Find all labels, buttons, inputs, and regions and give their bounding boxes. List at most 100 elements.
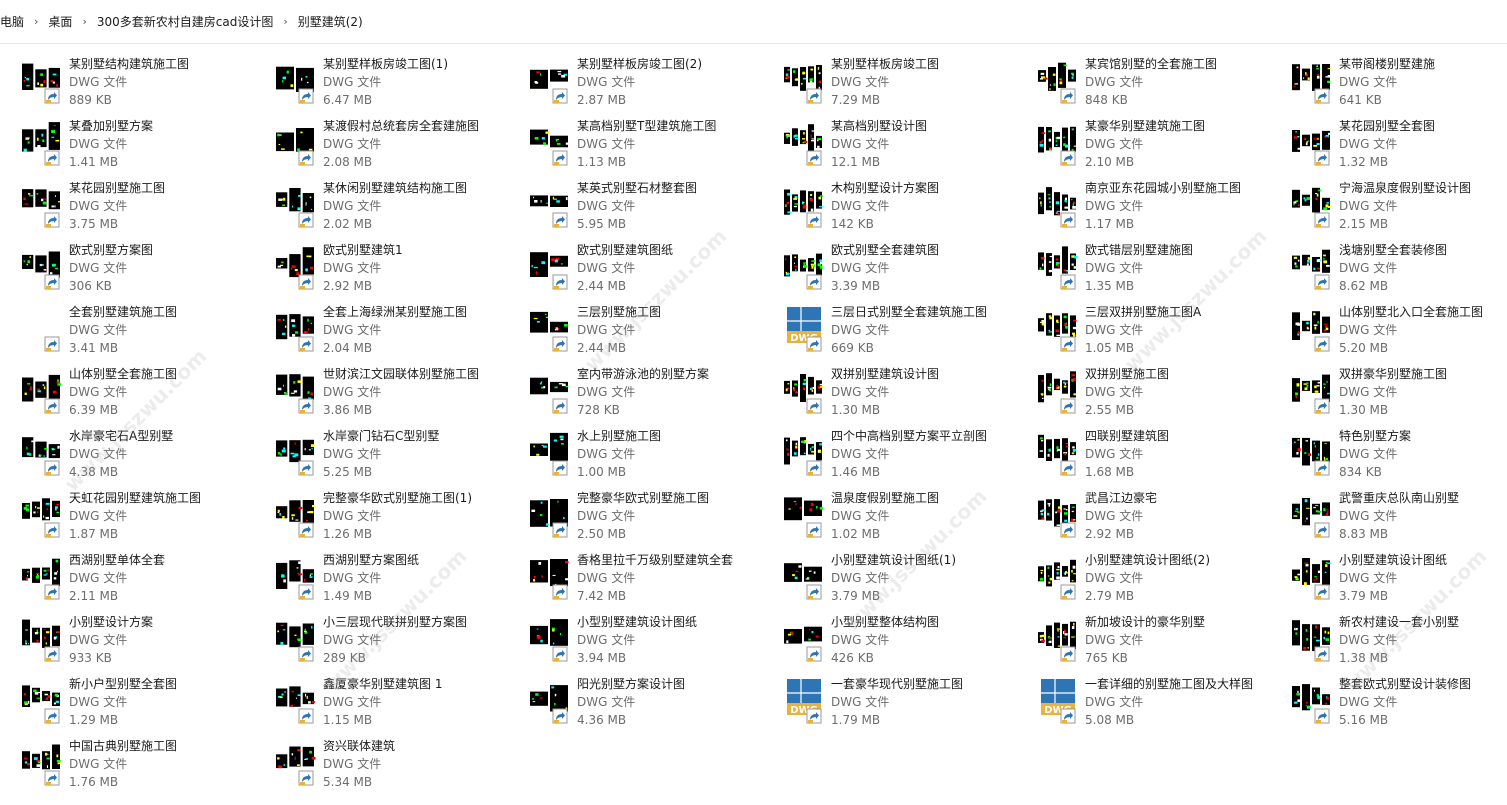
breadcrumb: 电脑 › 桌面 › 300多套新农村自建房cad设计图 › 别墅建筑(2): [0, 0, 1507, 44]
shortcut-arrow-icon: [552, 522, 568, 538]
file-item[interactable]: 全套上海绿洲某别墅施工图 DWG 文件 2.04 MB: [254, 300, 508, 362]
file-item[interactable]: 山体别墅全套施工图 DWG 文件 6.39 MB: [0, 362, 254, 424]
shortcut-arrow-icon: [44, 522, 60, 538]
file-item[interactable]: 小别墅设计方案 DWG 文件 933 KB: [0, 610, 254, 672]
file-item[interactable]: 全套别墅建筑施工图 DWG 文件 3.41 MB: [0, 300, 254, 362]
file-item[interactable]: 中国古典别墅施工图 DWG 文件 1.76 MB: [0, 734, 254, 796]
file-item[interactable]: 三层双拼别墅施工图A DWG 文件 1.05 MB: [1016, 300, 1270, 362]
file-size: 3.94 MB: [577, 651, 627, 665]
file-size: 2.44 MB: [577, 279, 627, 293]
file-item[interactable]: DWG 一套详细的别墅施工图及大样图 DWG 文件 5.08 MB: [1016, 672, 1270, 734]
file-item[interactable]: 四联别墅建筑图 DWG 文件 1.68 MB: [1016, 424, 1270, 486]
file-item[interactable]: 水岸豪宅石A型别墅 DWG 文件 4.38 MB: [0, 424, 254, 486]
file-item[interactable]: 四个中高档别墅方案平立剖图 DWG 文件 1.46 MB: [762, 424, 1016, 486]
file-item[interactable]: 山体别墅北入口全套施工图 DWG 文件 5.20 MB: [1270, 300, 1507, 362]
file-item[interactable]: 某花园别墅施工图 DWG 文件 3.75 MB: [0, 176, 254, 238]
file-item[interactable]: 欧式错层别墅建施图 DWG 文件 1.35 MB: [1016, 238, 1270, 300]
file-item[interactable]: 某宾馆别墅的全套施工图 DWG 文件 848 KB: [1016, 52, 1270, 114]
file-item[interactable]: 小别墅建筑设计图纸(2) DWG 文件 2.79 MB: [1016, 548, 1270, 610]
file-size: 1.02 MB: [831, 527, 881, 541]
file-size: 5.95 MB: [577, 217, 627, 231]
file-type: DWG 文件: [323, 261, 382, 275]
file-item[interactable]: 某带阁楼别墅建施 DWG 文件 641 KB: [1270, 52, 1507, 114]
file-type: DWG 文件: [323, 137, 382, 151]
file-item[interactable]: 某休闲别墅建筑结构施工图 DWG 文件 2.02 MB: [254, 176, 508, 238]
file-item[interactable]: 某别墅结构建筑施工图 DWG 文件 889 KB: [0, 52, 254, 114]
file-item[interactable]: 整套欧式别墅设计装修图 DWG 文件 5.16 MB: [1270, 672, 1507, 734]
breadcrumb-item[interactable]: 300多套新农村自建房cad设计图: [93, 13, 277, 30]
file-item[interactable]: 天虹花园别墅建筑施工图 DWG 文件 1.87 MB: [0, 486, 254, 548]
file-item[interactable]: 资兴联体建筑 DWG 文件 5.34 MB: [254, 734, 508, 796]
file-name: 宁海温泉度假别墅设计图: [1339, 181, 1472, 195]
file-item[interactable]: 阳光别墅方案设计图 DWG 文件 4.36 MB: [508, 672, 762, 734]
file-item[interactable]: 宁海温泉度假别墅设计图 DWG 文件 2.15 MB: [1270, 176, 1507, 238]
file-item[interactable]: 室内带游泳池的别墅方案 DWG 文件 728 KB: [508, 362, 762, 424]
file-item[interactable]: 水岸豪门钻石C型别墅 DWG 文件 5.25 MB: [254, 424, 508, 486]
file-item[interactable]: 西湖别墅方案图纸 DWG 文件 1.49 MB: [254, 548, 508, 610]
file-item[interactable]: 水上别墅施工图 DWG 文件 1.00 MB: [508, 424, 762, 486]
file-item[interactable]: 欧式别墅全套建筑图 DWG 文件 3.39 MB: [762, 238, 1016, 300]
file-item[interactable]: 某花园别墅全套图 DWG 文件 1.32 MB: [1270, 114, 1507, 176]
file-item[interactable]: DWG 三层日式别墅全套建筑施工图 DWG 文件 669 KB: [762, 300, 1016, 362]
file-item[interactable]: 双拼别墅建筑设计图 DWG 文件 1.30 MB: [762, 362, 1016, 424]
file-size: 1.32 MB: [1339, 155, 1389, 169]
file-item[interactable]: 特色别墅方案 DWG 文件 834 KB: [1270, 424, 1507, 486]
file-item[interactable]: 某别墅样板房竣工图(2) DWG 文件 2.87 MB: [508, 52, 762, 114]
file-item[interactable]: 欧式别墅建筑图纸 DWG 文件 2.44 MB: [508, 238, 762, 300]
file-size: 2.11 MB: [69, 589, 119, 603]
file-item[interactable]: 某高档别墅T型建筑施工图 DWG 文件 1.13 MB: [508, 114, 762, 176]
file-item[interactable]: DWG 一套豪华现代别墅施工图 DWG 文件 1.79 MB: [762, 672, 1016, 734]
shortcut-arrow-icon: [298, 646, 314, 662]
file-item[interactable]: 某渡假村总统套房全套建施图 DWG 文件 2.08 MB: [254, 114, 508, 176]
file-item[interactable]: 木构别墅设计方案图 DWG 文件 142 KB: [762, 176, 1016, 238]
file-item[interactable]: 完整豪华欧式别墅施工图 DWG 文件 2.50 MB: [508, 486, 762, 548]
file-item[interactable]: 新农村建设一套小别墅 DWG 文件 1.38 MB: [1270, 610, 1507, 672]
shortcut-arrow-icon: [806, 150, 822, 166]
file-item[interactable]: 世财滨江文园联体别墅施工图 DWG 文件 3.86 MB: [254, 362, 508, 424]
file-name: 鑫厦豪华别墅建筑图 1: [323, 677, 443, 691]
file-item[interactable]: 某别墅样板房竣工图(1) DWG 文件 6.47 MB: [254, 52, 508, 114]
file-name: 小三层现代联拼别墅方案图: [323, 615, 468, 629]
file-item[interactable]: 小型别墅整体结构图 DWG 文件 426 KB: [762, 610, 1016, 672]
file-type: DWG 文件: [323, 509, 382, 523]
file-item[interactable]: 某豪华别墅建筑施工图 DWG 文件 2.10 MB: [1016, 114, 1270, 176]
file-item[interactable]: 双拼豪华别墅施工图 DWG 文件 1.30 MB: [1270, 362, 1507, 424]
file-name: 水岸豪门钻石C型别墅: [323, 429, 440, 443]
file-item[interactable]: 某英式别墅石材整套图 DWG 文件 5.95 MB: [508, 176, 762, 238]
file-item[interactable]: 欧式别墅建筑1 DWG 文件 2.92 MB: [254, 238, 508, 300]
shortcut-arrow-icon: [806, 584, 822, 600]
file-type: DWG 文件: [831, 571, 890, 585]
file-item[interactable]: 欧式别墅方案图 DWG 文件 306 KB: [0, 238, 254, 300]
breadcrumb-item[interactable]: 别墅建筑(2): [294, 13, 367, 30]
file-item[interactable]: 完整豪华欧式别墅施工图(1) DWG 文件 1.26 MB: [254, 486, 508, 548]
file-name: 一套豪华现代别墅施工图: [831, 677, 964, 691]
file-type: DWG 文件: [323, 199, 382, 213]
file-type: DWG 文件: [1339, 261, 1398, 275]
file-item[interactable]: 双拼别墅施工图 DWG 文件 2.55 MB: [1016, 362, 1270, 424]
file-item[interactable]: 某高档别墅设计图 DWG 文件 12.1 MB: [762, 114, 1016, 176]
file-size: 3.79 MB: [831, 589, 881, 603]
file-item[interactable]: 温泉度假别墅施工图 DWG 文件 1.02 MB: [762, 486, 1016, 548]
file-item[interactable]: 小三层现代联拼别墅方案图 DWG 文件 289 KB: [254, 610, 508, 672]
file-item[interactable]: 浅塘别墅全套装修图 DWG 文件 8.62 MB: [1270, 238, 1507, 300]
file-item[interactable]: 某别墅样板房竣工图 DWG 文件 7.29 MB: [762, 52, 1016, 114]
shortcut-arrow-icon: [806, 460, 822, 476]
breadcrumb-item[interactable]: 桌面: [44, 13, 76, 30]
file-size: 5.34 MB: [323, 775, 373, 789]
file-size: 2.15 MB: [1339, 217, 1389, 231]
file-item[interactable]: 南京亚东花园城小别墅施工图 DWG 文件 1.17 MB: [1016, 176, 1270, 238]
file-item[interactable]: 小型别墅建筑设计图纸 DWG 文件 3.94 MB: [508, 610, 762, 672]
breadcrumb-item[interactable]: 电脑: [0, 13, 28, 30]
file-item[interactable]: 鑫厦豪华别墅建筑图 1 DWG 文件 1.15 MB: [254, 672, 508, 734]
file-item[interactable]: 新小户型别墅全套图 DWG 文件 1.29 MB: [0, 672, 254, 734]
file-item[interactable]: 香格里拉千万级别墅建筑全套 DWG 文件 7.42 MB: [508, 548, 762, 610]
file-item[interactable]: 武警重庆总队南山别墅 DWG 文件 8.83 MB: [1270, 486, 1507, 548]
file-item[interactable]: 小别墅建筑设计图纸(1) DWG 文件 3.79 MB: [762, 548, 1016, 610]
file-item[interactable]: 三层别墅施工图 DWG 文件 2.44 MB: [508, 300, 762, 362]
file-item[interactable]: 武昌江边豪宅 DWG 文件 2.92 MB: [1016, 486, 1270, 548]
file-item[interactable]: 小别墅建筑设计图纸 DWG 文件 3.79 MB: [1270, 548, 1507, 610]
file-name: 双拼别墅施工图: [1085, 367, 1170, 381]
file-item[interactable]: 新加坡设计的豪华别墅 DWG 文件 765 KB: [1016, 610, 1270, 672]
file-item[interactable]: 西湖别墅单体全套 DWG 文件 2.11 MB: [0, 548, 254, 610]
file-item[interactable]: 某叠加别墅方案 DWG 文件 1.41 MB: [0, 114, 254, 176]
